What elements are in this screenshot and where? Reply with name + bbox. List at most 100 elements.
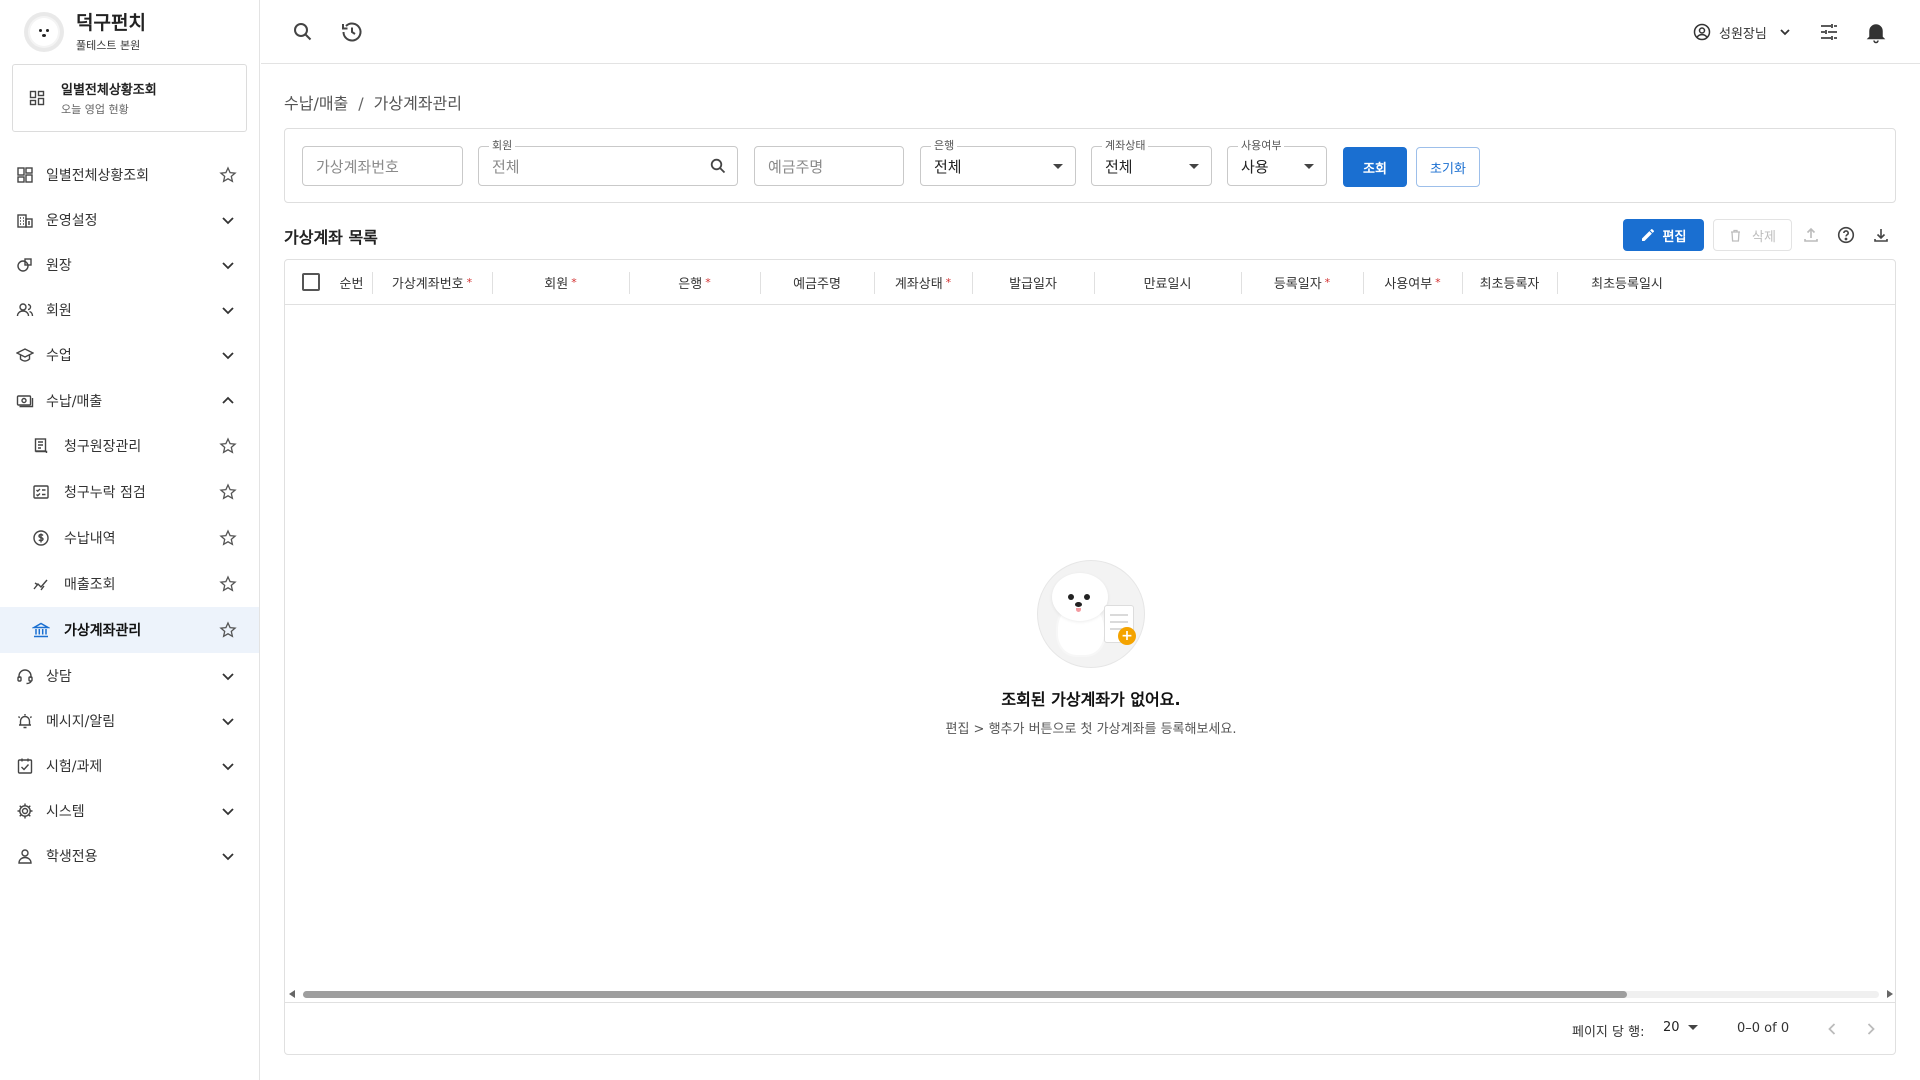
search-button[interactable]: 조회 bbox=[1343, 147, 1407, 187]
sidebar-item-members[interactable]: 회원 bbox=[0, 288, 259, 333]
column-header[interactable]: 최초등록자 bbox=[1462, 260, 1557, 305]
sidebar-item-messages[interactable]: 메시지/알림 bbox=[0, 698, 259, 743]
chevron-down-icon bbox=[222, 673, 234, 680]
sidebar-item-label: 메시지/알림 bbox=[46, 713, 116, 730]
brand-name: 덕구펀치 bbox=[76, 11, 146, 34]
column-header-label: 가상계좌번호 bbox=[391, 277, 464, 292]
scroll-right-arrow-icon[interactable] bbox=[1887, 990, 1893, 998]
sidebar-item-label: 운영설정 bbox=[46, 212, 98, 229]
usage-select-value: 사용 bbox=[1241, 157, 1269, 176]
scroll-left-arrow-icon[interactable] bbox=[289, 990, 295, 998]
column-header[interactable]: 등록일자 * bbox=[1241, 260, 1363, 305]
sidebar: 덕구펀치 풀테스트 본원 일별전체상황조회 오늘 영업 현황 일별전체상황조회 … bbox=[0, 0, 260, 1080]
shapes-icon bbox=[17, 258, 32, 272]
chevron-down-icon bbox=[222, 352, 234, 360]
sidebar-item-exams[interactable]: 시험/과제 bbox=[0, 744, 259, 789]
dashboard-icon bbox=[17, 166, 33, 183]
column-header-label: 등록일자 bbox=[1273, 277, 1322, 292]
star-icon[interactable] bbox=[219, 437, 237, 455]
member-search-field[interactable]: 회원 전체 bbox=[478, 139, 738, 186]
horizontal-scrollbar[interactable] bbox=[285, 986, 1895, 1002]
brand[interactable]: 덕구펀치 풀테스트 본원 bbox=[0, 0, 259, 64]
account-status-legend: 계좌상태 bbox=[1102, 139, 1149, 153]
chevron-down-icon bbox=[222, 718, 234, 726]
usage-select[interactable]: 사용여부 사용 bbox=[1227, 139, 1327, 186]
scrollbar-thumb[interactable] bbox=[303, 991, 1627, 998]
column-header[interactable]: 순번 bbox=[331, 260, 372, 305]
empty-state-title: 조회된 가상계좌가 없어요. bbox=[1001, 690, 1181, 709]
column-header[interactable]: 최초등록일시 bbox=[1557, 260, 1697, 305]
column-header[interactable]: 발급일자 bbox=[972, 260, 1094, 305]
sidebar-item-virtual-account[interactable]: 가상계좌관리 bbox=[0, 607, 259, 654]
help-icon[interactable] bbox=[1837, 226, 1855, 244]
breadcrumb-parent[interactable]: 수납/매출 bbox=[284, 94, 348, 113]
edit-button[interactable]: 편집 bbox=[1623, 219, 1704, 251]
sidebar-item-payment-history[interactable]: 수납내역 bbox=[0, 515, 259, 561]
account-number-input[interactable]: 가상계좌번호 bbox=[302, 146, 463, 186]
sidebar-item-billing-ledger[interactable]: 청구원장관리 bbox=[0, 423, 259, 469]
dashboard-card[interactable]: 일별전체상황조회 오늘 영업 현황 bbox=[12, 64, 247, 132]
task-icon bbox=[17, 758, 33, 774]
account-status-select[interactable]: 계좌상태 전체 bbox=[1091, 139, 1212, 186]
bank-select[interactable]: 은행 전체 bbox=[920, 139, 1076, 186]
upload-icon[interactable] bbox=[1802, 226, 1820, 244]
breadcrumb-current: 가상계좌관리 bbox=[373, 94, 462, 113]
pencil-icon bbox=[1641, 228, 1654, 241]
column-header[interactable]: 사용여부 * bbox=[1363, 260, 1462, 305]
sidebar-item-classes[interactable]: 수업 bbox=[0, 333, 259, 378]
select-all-checkbox[interactable] bbox=[302, 273, 320, 291]
checklist-icon bbox=[33, 485, 49, 499]
headset-icon bbox=[17, 669, 33, 684]
rows-per-page-select[interactable]: 20 bbox=[1663, 1020, 1698, 1035]
edit-button-label: 편집 bbox=[1662, 229, 1687, 245]
bell-icon[interactable] bbox=[1864, 20, 1888, 44]
sidebar-item-system[interactable]: 시스템 bbox=[0, 789, 259, 834]
grid-header: 순번 가상계좌번호 * 회원 * 은행 * 예금주명 계좌상태 * 발급일자 만료일시 등록일자 * 사용여… bbox=[285, 260, 1895, 305]
column-header[interactable]: 가상계좌번호 * bbox=[372, 260, 492, 305]
star-icon[interactable] bbox=[219, 166, 237, 184]
account-status-value: 전체 bbox=[1105, 157, 1133, 176]
sidebar-item-operation-settings[interactable]: 운영설정 bbox=[0, 197, 259, 242]
top-bar: 성원장님 bbox=[261, 0, 1920, 64]
settings-sliders-icon[interactable] bbox=[1817, 20, 1841, 44]
sidebar-menu: 일별전체상황조회 운영설정 원장 회원 수업 수납/매출 청구원장관리 청구누락… bbox=[0, 152, 259, 879]
previous-page-icon[interactable] bbox=[1822, 1019, 1842, 1039]
sidebar-item-director[interactable]: 원장 bbox=[0, 242, 259, 287]
sidebar-item-sales[interactable]: 매출조회 bbox=[0, 561, 259, 607]
sidebar-item-student[interactable]: 학생전용 bbox=[0, 834, 259, 879]
column-header[interactable]: 예금주명 bbox=[760, 260, 874, 305]
column-header[interactable]: 만료일시 bbox=[1094, 260, 1241, 305]
depositor-name-input[interactable]: 예금주명 bbox=[754, 146, 904, 186]
column-header-label: 계좌상태 bbox=[894, 277, 943, 292]
sidebar-item-daily-status[interactable]: 일별전체상황조회 bbox=[0, 152, 259, 197]
chevron-up-icon bbox=[222, 396, 234, 404]
download-icon[interactable] bbox=[1872, 226, 1890, 244]
filter-panel: 가상계좌번호 회원 전체 예금주명 은행 전체 계좌상태 전체 사용여부 사용 … bbox=[284, 128, 1896, 203]
history-icon[interactable] bbox=[340, 20, 364, 44]
dollar-circle-icon bbox=[33, 530, 49, 546]
sidebar-item-billing-check[interactable]: 청구누락 점검 bbox=[0, 469, 259, 515]
sidebar-item-consulting[interactable]: 상담 bbox=[0, 653, 259, 698]
user-menu-button[interactable]: 성원장님 bbox=[1693, 20, 1793, 44]
star-icon[interactable] bbox=[219, 483, 237, 501]
add-badge-icon: + bbox=[1118, 627, 1136, 645]
star-icon[interactable] bbox=[219, 529, 237, 547]
dropdown-arrow-icon bbox=[1687, 1025, 1698, 1030]
reset-button[interactable]: 초기화 bbox=[1416, 147, 1480, 187]
column-header[interactable]: 은행 * bbox=[629, 260, 760, 305]
delete-button[interactable]: 삭제 bbox=[1713, 219, 1792, 251]
column-header-label: 발급일자 bbox=[1009, 277, 1057, 292]
sidebar-item-label: 시스템 bbox=[46, 804, 85, 821]
search-icon[interactable] bbox=[291, 20, 315, 44]
search-icon[interactable] bbox=[709, 157, 727, 175]
dropdown-arrow-icon bbox=[1304, 164, 1314, 169]
star-icon[interactable] bbox=[219, 621, 237, 639]
column-header-label: 만료일시 bbox=[1143, 277, 1192, 292]
column-header[interactable]: 계좌상태 * bbox=[874, 260, 972, 305]
sidebar-item-payments[interactable]: 수납/매출 bbox=[0, 378, 259, 423]
column-header[interactable]: 회원 * bbox=[492, 260, 629, 305]
sidebar-item-label: 일별전체상황조회 bbox=[46, 167, 150, 184]
next-page-icon[interactable] bbox=[1861, 1019, 1881, 1039]
star-icon[interactable] bbox=[219, 575, 237, 593]
usage-select-legend: 사용여부 bbox=[1238, 139, 1285, 153]
